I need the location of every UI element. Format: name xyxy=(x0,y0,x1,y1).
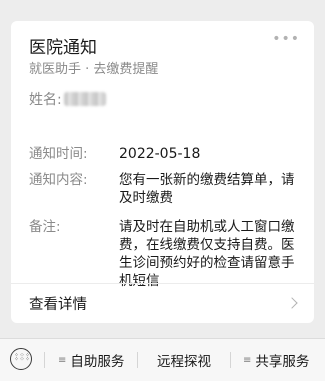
menu-item-remote-visit[interactable]: 远程探视 xyxy=(157,339,211,381)
menu-separator xyxy=(44,352,45,368)
bottom-menu-bar: ⁘⁘⁘ ⁘⁘⁘ ≡ 自助服务 远程探视 ≡ 共享服务 xyxy=(0,338,325,381)
card-title: 医院通知 xyxy=(29,38,97,58)
menu-icon: ≡ xyxy=(243,354,252,366)
field-value: 您有一张新的缴费结算单，请及时缴费 xyxy=(119,172,295,206)
menu-separator xyxy=(137,352,138,368)
field-label: 通知内容: xyxy=(29,172,88,188)
menu-label: 远程探视 xyxy=(157,354,211,370)
menu-icon: ≡ xyxy=(58,354,67,366)
divider xyxy=(11,283,314,284)
patient-name-row: 姓名: xyxy=(29,89,106,109)
redacted-name xyxy=(63,92,106,106)
menu-separator xyxy=(230,352,231,368)
menu-label: 共享服务 xyxy=(255,354,310,370)
field-value: 请及时在自助机或人工窗口缴费，在线缴费仅支持自费。医生诊间预约好的检查请留意手机… xyxy=(119,219,295,289)
menu-label: 自助服务 xyxy=(70,354,125,370)
more-options-icon[interactable]: ••• xyxy=(272,31,300,47)
card-subtitle: 就医助手 · 去缴费提醒 xyxy=(29,62,159,77)
notification-card[interactable]: 医院通知 ••• 就医助手 · 去缴费提醒 姓名: 通知时间: 2022-05-… xyxy=(11,21,314,323)
menu-item-self-service[interactable]: ≡ 自助服务 xyxy=(58,339,124,381)
name-label: 姓名: xyxy=(29,92,62,108)
view-details-link[interactable]: 查看详情 xyxy=(29,293,87,314)
menu-item-shared-service[interactable]: ≡ 共享服务 xyxy=(243,339,309,381)
keyboard-icon[interactable]: ⁘⁘⁘ ⁘⁘⁘ xyxy=(10,348,32,370)
field-value: 2022-05-18 xyxy=(119,146,201,162)
field-label: 备注: xyxy=(29,219,61,235)
field-label: 通知时间: xyxy=(29,146,88,162)
chevron-right-icon[interactable] xyxy=(286,297,298,309)
